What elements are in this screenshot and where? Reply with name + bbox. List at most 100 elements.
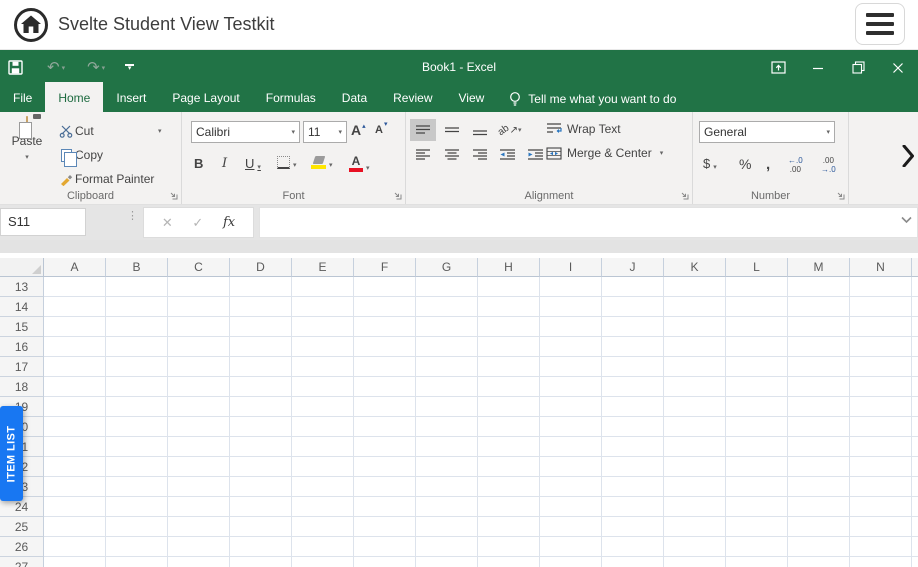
cell-E25[interactable] — [292, 517, 354, 537]
cell-K16[interactable] — [664, 337, 726, 357]
cell-G20[interactable] — [416, 417, 478, 437]
row-header-14[interactable]: 14 — [0, 297, 44, 317]
column-header-B[interactable]: B — [106, 258, 168, 277]
cell-A26[interactable] — [44, 537, 106, 557]
cell-J20[interactable] — [602, 417, 664, 437]
cell-C19[interactable] — [168, 397, 230, 417]
column-header-N[interactable]: N — [850, 258, 912, 277]
cell-N25[interactable] — [850, 517, 912, 537]
cell-J16[interactable] — [602, 337, 664, 357]
number-format-select[interactable]: General ▾ — [699, 121, 835, 143]
cell-A14[interactable] — [44, 297, 106, 317]
cell-L22[interactable] — [726, 457, 788, 477]
cell-B13[interactable] — [106, 277, 168, 297]
row-header-26[interactable]: 26 — [0, 537, 44, 557]
cell-A24[interactable] — [44, 497, 106, 517]
cell-G17[interactable] — [416, 357, 478, 377]
cell-F14[interactable] — [354, 297, 416, 317]
decrease-indent-button[interactable] — [494, 143, 520, 165]
underline-dropdown-icon[interactable]: ▾ — [257, 163, 261, 171]
cell-D15[interactable] — [230, 317, 292, 337]
cell-N17[interactable] — [850, 357, 912, 377]
cell-A23[interactable] — [44, 477, 106, 497]
cell-I25[interactable] — [540, 517, 602, 537]
cell-D20[interactable] — [230, 417, 292, 437]
column-header-L[interactable]: L — [726, 258, 788, 277]
cell-B17[interactable] — [106, 357, 168, 377]
cell-G25[interactable] — [416, 517, 478, 537]
underline-button[interactable]: U ▾ — [245, 156, 261, 171]
cell-E19[interactable] — [292, 397, 354, 417]
cut-button[interactable]: Cut — [57, 119, 154, 143]
cell-A17[interactable] — [44, 357, 106, 377]
cell-C21[interactable] — [168, 437, 230, 457]
decrease-decimal-button[interactable]: .00 →.0 — [821, 156, 836, 174]
cell-partial-18[interactable] — [912, 377, 918, 397]
cell-B15[interactable] — [106, 317, 168, 337]
cell-N20[interactable] — [850, 417, 912, 437]
cell-A13[interactable] — [44, 277, 106, 297]
column-header-D[interactable]: D — [230, 258, 292, 277]
select-all-corner[interactable] — [0, 258, 44, 277]
cell-C16[interactable] — [168, 337, 230, 357]
cell-I24[interactable] — [540, 497, 602, 517]
cell-L27[interactable] — [726, 557, 788, 567]
column-header-G[interactable]: G — [416, 258, 478, 277]
cell-M21[interactable] — [788, 437, 850, 457]
cell-J27[interactable] — [602, 557, 664, 567]
column-header-J[interactable]: J — [602, 258, 664, 277]
cell-L13[interactable] — [726, 277, 788, 297]
ribbon-next-arrow[interactable] — [900, 138, 916, 174]
cell-M14[interactable] — [788, 297, 850, 317]
orientation-button[interactable]: ab ↗ ▾ — [494, 119, 526, 141]
cell-D17[interactable] — [230, 357, 292, 377]
cell-M26[interactable] — [788, 537, 850, 557]
cell-K19[interactable] — [664, 397, 726, 417]
cell-E17[interactable] — [292, 357, 354, 377]
increase-font-size-button[interactable]: A ▴ — [351, 122, 365, 138]
wrap-text-button[interactable]: Wrap Text — [546, 122, 621, 136]
accounting-format-button[interactable]: $ ▾ — [703, 156, 717, 171]
cell-N13[interactable] — [850, 277, 912, 297]
cell-E21[interactable] — [292, 437, 354, 457]
cell-partial-14[interactable] — [912, 297, 918, 317]
cell-D23[interactable] — [230, 477, 292, 497]
merge-center-button[interactable]: Merge & Center ▾ — [546, 146, 663, 160]
cell-J26[interactable] — [602, 537, 664, 557]
cell-G22[interactable] — [416, 457, 478, 477]
cell-I17[interactable] — [540, 357, 602, 377]
cell-G24[interactable] — [416, 497, 478, 517]
cell-F24[interactable] — [354, 497, 416, 517]
cell-G27[interactable] — [416, 557, 478, 567]
cell-A21[interactable] — [44, 437, 106, 457]
cell-F13[interactable] — [354, 277, 416, 297]
cancel-icon[interactable]: ✕ — [162, 215, 173, 231]
cell-D22[interactable] — [230, 457, 292, 477]
column-header-I[interactable]: I — [540, 258, 602, 277]
minimize-button[interactable] — [798, 50, 838, 85]
cell-F26[interactable] — [354, 537, 416, 557]
column-header-C[interactable]: C — [168, 258, 230, 277]
column-header-M[interactable]: M — [788, 258, 850, 277]
row-header-27[interactable]: 27 — [0, 557, 44, 567]
merge-center-dropdown-icon[interactable]: ▾ — [660, 149, 664, 157]
cell-E18[interactable] — [292, 377, 354, 397]
cell-L20[interactable] — [726, 417, 788, 437]
row-header-16[interactable]: 16 — [0, 337, 44, 357]
cell-H17[interactable] — [478, 357, 540, 377]
cell-N27[interactable] — [850, 557, 912, 567]
column-header-A[interactable]: A — [44, 258, 106, 277]
cell-C22[interactable] — [168, 457, 230, 477]
cell-H20[interactable] — [478, 417, 540, 437]
cell-J17[interactable] — [602, 357, 664, 377]
cell-K21[interactable] — [664, 437, 726, 457]
cell-J13[interactable] — [602, 277, 664, 297]
number-dialog-launcher[interactable] — [836, 191, 845, 200]
cell-E15[interactable] — [292, 317, 354, 337]
cell-M22[interactable] — [788, 457, 850, 477]
tab-view[interactable]: View — [446, 85, 498, 112]
cell-F21[interactable] — [354, 437, 416, 457]
cell-I21[interactable] — [540, 437, 602, 457]
cell-N26[interactable] — [850, 537, 912, 557]
cell-partial-27[interactable] — [912, 557, 918, 567]
